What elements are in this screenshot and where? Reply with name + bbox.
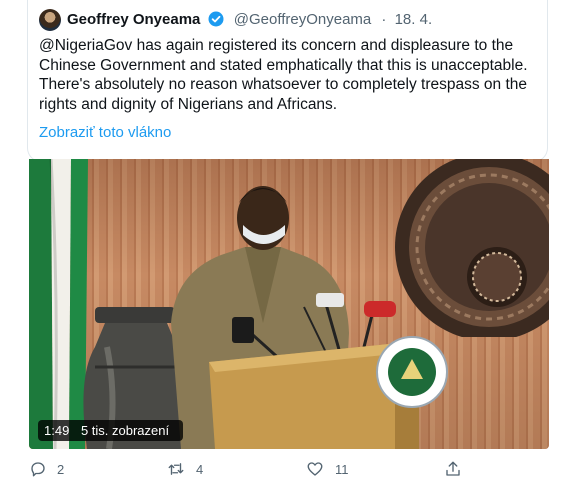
author-name[interactable]: Geoffrey Onyeama	[67, 11, 200, 28]
tweet-text: @NigeriaGov has again registered its con…	[39, 37, 528, 113]
tweet-header: Geoffrey Onyeama @GeoffreyOnyeama · 18. …	[67, 11, 432, 31]
retweet-button[interactable]: 4	[166, 460, 203, 478]
tweet-actions: 2 4 11	[0, 460, 566, 480]
ministry-seal	[376, 336, 448, 408]
like-button[interactable]: 11	[305, 460, 349, 478]
verified-badge-icon	[208, 11, 224, 31]
like-icon	[307, 462, 323, 476]
show-thread-link[interactable]: Zobraziť toto vlákno	[39, 124, 171, 141]
tweet-date[interactable]: 18. 4.	[395, 11, 433, 28]
reply-icon	[31, 462, 45, 477]
author-handle[interactable]: @GeoffreyOnyeama	[234, 11, 372, 28]
retweet-icon	[168, 463, 184, 475]
reply-count: 2	[57, 461, 65, 477]
avatar[interactable]	[39, 9, 61, 31]
reply-button[interactable]: 2	[29, 460, 64, 478]
video-player[interactable]: 1:49 5 tis. zobrazení	[29, 159, 549, 449]
video-info-overlay: 1:49 5 tis. zobrazení	[38, 420, 184, 441]
video-views: 5 tis. zobrazení	[80, 423, 170, 438]
share-icon	[446, 461, 460, 476]
tweet-card[interactable]: Geoffrey Onyeama @GeoffreyOnyeama · 18. …	[27, 0, 548, 162]
like-count: 11	[335, 461, 349, 477]
retweet-count: 4	[196, 461, 204, 477]
video-duration: 1:49	[44, 423, 70, 438]
share-button[interactable]	[444, 460, 472, 478]
date-separator: ·	[381, 11, 387, 28]
